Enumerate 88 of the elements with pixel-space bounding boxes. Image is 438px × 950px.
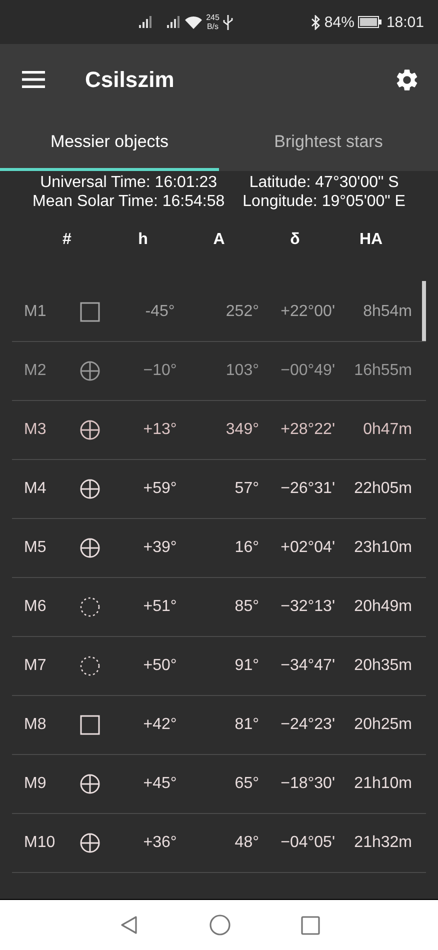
signal-icon xyxy=(139,16,154,28)
hour-angle: 8h54m xyxy=(362,303,412,321)
square-icon xyxy=(80,302,100,322)
hour-angle: 22h05m xyxy=(353,480,412,498)
column-header: # xyxy=(62,231,72,249)
object-id: M8 xyxy=(23,716,48,734)
object-id: M2 xyxy=(23,362,48,380)
object-id: M5 xyxy=(23,539,48,557)
mean-solar-time: Mean Solar Time: 16:54:58 xyxy=(32,192,225,211)
azimuth: 65° xyxy=(234,775,259,793)
hour-angle: 23h10m xyxy=(353,539,412,557)
back-icon[interactable] xyxy=(118,915,138,935)
altitude: +51° xyxy=(142,598,178,616)
declination: +02°04' xyxy=(280,539,335,557)
declination: +22°00' xyxy=(280,303,335,321)
crossed-circle-icon xyxy=(80,538,100,558)
declination: −04°05' xyxy=(280,834,335,852)
hour-angle: 0h47m xyxy=(362,421,412,439)
column-header: δ xyxy=(289,231,301,249)
crossed-circle-icon xyxy=(80,774,100,794)
altitude: +50° xyxy=(142,657,178,675)
object-id: M7 xyxy=(23,657,48,675)
universal-time: Universal Time: 16:01:23 xyxy=(39,173,218,192)
tab[interactable]: Messier objects xyxy=(0,115,219,171)
hour-angle: 21h10m xyxy=(353,775,412,793)
altitude: +59° xyxy=(142,480,178,498)
bluetooth-icon xyxy=(311,14,320,30)
declination: −24°23' xyxy=(280,716,335,734)
latitude: Latitude: 47°30'00" S xyxy=(248,173,400,192)
home-icon[interactable] xyxy=(208,914,230,936)
square-icon xyxy=(80,715,100,735)
azimuth: 103° xyxy=(224,362,259,380)
network-speed: 245 xyxy=(206,13,220,22)
signal-icon xyxy=(167,16,182,28)
battery-percent: 84% xyxy=(324,14,354,30)
object-id: M4 xyxy=(23,480,48,498)
crossed-circle-icon xyxy=(80,420,100,440)
object-id: M10 xyxy=(23,834,56,852)
declination: −26°31' xyxy=(280,480,335,498)
dotted-circle-icon xyxy=(80,656,100,676)
declination: −34°47' xyxy=(280,657,335,675)
settings-icon[interactable] xyxy=(394,66,420,92)
column-header: A xyxy=(212,231,226,249)
declination: +28°22' xyxy=(280,421,335,439)
azimuth: 16° xyxy=(234,539,259,557)
azimuth: 48° xyxy=(234,834,259,852)
altitude: +42° xyxy=(142,716,178,734)
altitude: +45° xyxy=(142,775,178,793)
declination: −32°13' xyxy=(280,598,335,616)
tab[interactable]: Brightest stars xyxy=(219,115,438,171)
hour-angle: 16h55m xyxy=(353,362,412,380)
hour-angle: 20h25m xyxy=(353,716,412,734)
declination: −00°49' xyxy=(280,362,335,380)
azimuth: 81° xyxy=(234,716,259,734)
azimuth: 252° xyxy=(224,303,259,321)
column-header: HA xyxy=(358,231,384,249)
declination: −18°30' xyxy=(280,775,335,793)
azimuth: 349° xyxy=(224,421,259,439)
altitude: +13° xyxy=(142,421,178,439)
clock: 18:01 xyxy=(386,14,424,30)
dotted-circle-icon xyxy=(80,597,100,617)
recents-icon[interactable] xyxy=(300,916,320,934)
hour-angle: 21h32m xyxy=(353,834,412,852)
app-title: Csilszim xyxy=(85,66,176,92)
object-id: M3 xyxy=(23,421,48,439)
object-id: M6 xyxy=(23,598,48,616)
longitude: Longitude: 19°05'00" E xyxy=(242,192,406,211)
menu-icon[interactable] xyxy=(22,71,45,88)
azimuth: 91° xyxy=(234,657,259,675)
crossed-circle-icon xyxy=(80,479,100,499)
scrollbar xyxy=(422,281,426,341)
network-unit: B/s xyxy=(206,22,219,31)
wifi-icon xyxy=(185,16,202,28)
crossed-circle-icon xyxy=(80,833,100,853)
column-header: h xyxy=(137,231,149,249)
crossed-circle-icon xyxy=(80,361,100,381)
altitude: -45° xyxy=(144,303,176,321)
hour-angle: 20h35m xyxy=(353,657,412,675)
battery-icon xyxy=(358,16,382,28)
object-id: M9 xyxy=(23,775,48,793)
usb-icon xyxy=(223,14,234,30)
hour-angle: 20h49m xyxy=(353,598,412,616)
altitude: +36° xyxy=(142,834,178,852)
azimuth: 57° xyxy=(234,480,259,498)
altitude: −10° xyxy=(142,362,178,380)
azimuth: 85° xyxy=(234,598,259,616)
altitude: +39° xyxy=(142,539,178,557)
object-id: M1 xyxy=(23,303,48,321)
